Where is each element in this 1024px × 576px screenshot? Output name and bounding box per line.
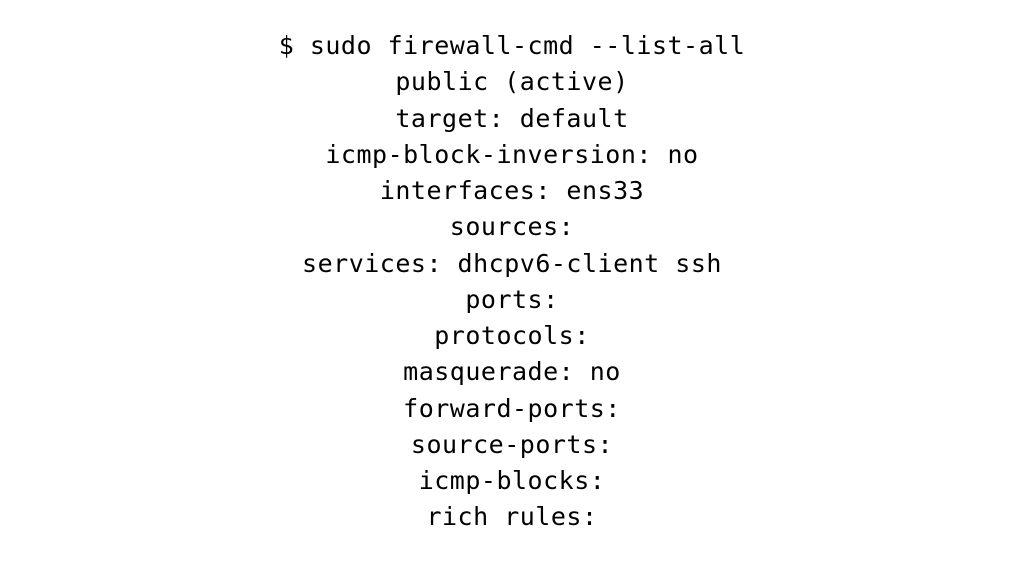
output-line: public (active) <box>395 64 628 100</box>
output-line: protocols: <box>434 318 590 354</box>
output-line: ports: <box>465 282 558 318</box>
output-line: services: dhcpv6-client ssh <box>302 246 722 282</box>
output-line: source-ports: <box>411 427 613 463</box>
output-line: icmp-block-inversion: no <box>325 137 698 173</box>
output-line: interfaces: ens33 <box>380 173 644 209</box>
output-line: masquerade: no <box>403 354 621 390</box>
output-line: icmp-blocks: <box>419 463 606 499</box>
output-line: forward-ports: <box>403 391 621 427</box>
terminal-output: $ sudo firewall-cmd --list-all public (a… <box>0 0 1024 576</box>
command-line: $ sudo firewall-cmd --list-all <box>279 28 746 64</box>
output-line: target: default <box>395 101 628 137</box>
output-line: sources: <box>450 209 574 245</box>
output-line: rich rules: <box>426 499 597 535</box>
